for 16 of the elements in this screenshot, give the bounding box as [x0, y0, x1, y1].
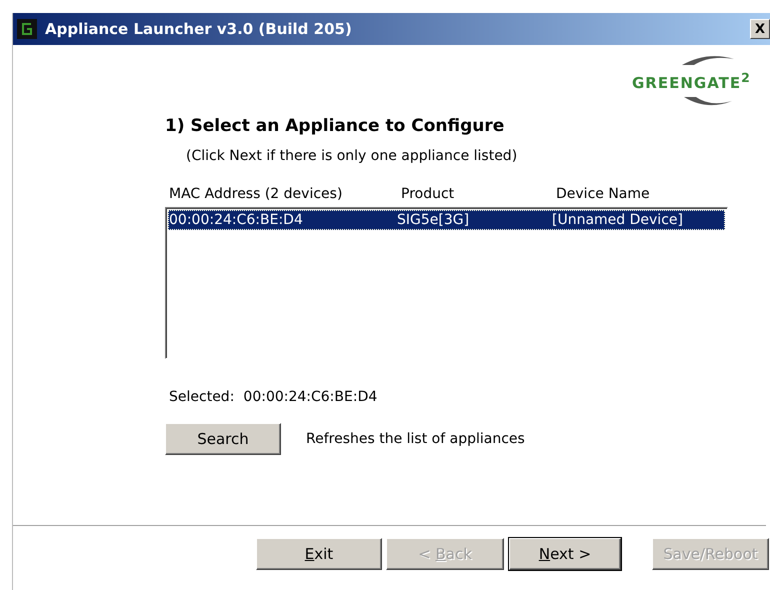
selected-label: Selected:	[169, 389, 234, 405]
app-logo-icon	[17, 19, 37, 39]
list-row[interactable]: 00:00:24:C6:BE:D4 SIG5e[3G] [Unnamed Device]	[168, 210, 725, 230]
column-header: Device Name	[556, 186, 651, 204]
hint-text: (Click Next if there is only one appliance listed)	[186, 148, 518, 164]
window-title: Appliance Launcher v3.0 (Build 205)	[45, 20, 353, 38]
selected-value: 00:00:24:C6:BE:D4	[243, 389, 378, 405]
wizard-button[interactable]: Next >	[509, 538, 621, 570]
column-header: MAC Address (2 devices)	[168, 186, 344, 204]
wizard-button[interactable]: Exit	[256, 538, 382, 570]
column-header: Product	[401, 186, 456, 204]
search-button[interactable]: Search	[165, 423, 281, 455]
logo-text: GREENGATE$^{2}$	[632, 70, 751, 92]
step-heading: 1) Select an Appliance to Configure	[165, 116, 506, 136]
close-button[interactable]: X	[750, 19, 770, 39]
search-description: Refreshes the list of appliances	[306, 431, 525, 447]
